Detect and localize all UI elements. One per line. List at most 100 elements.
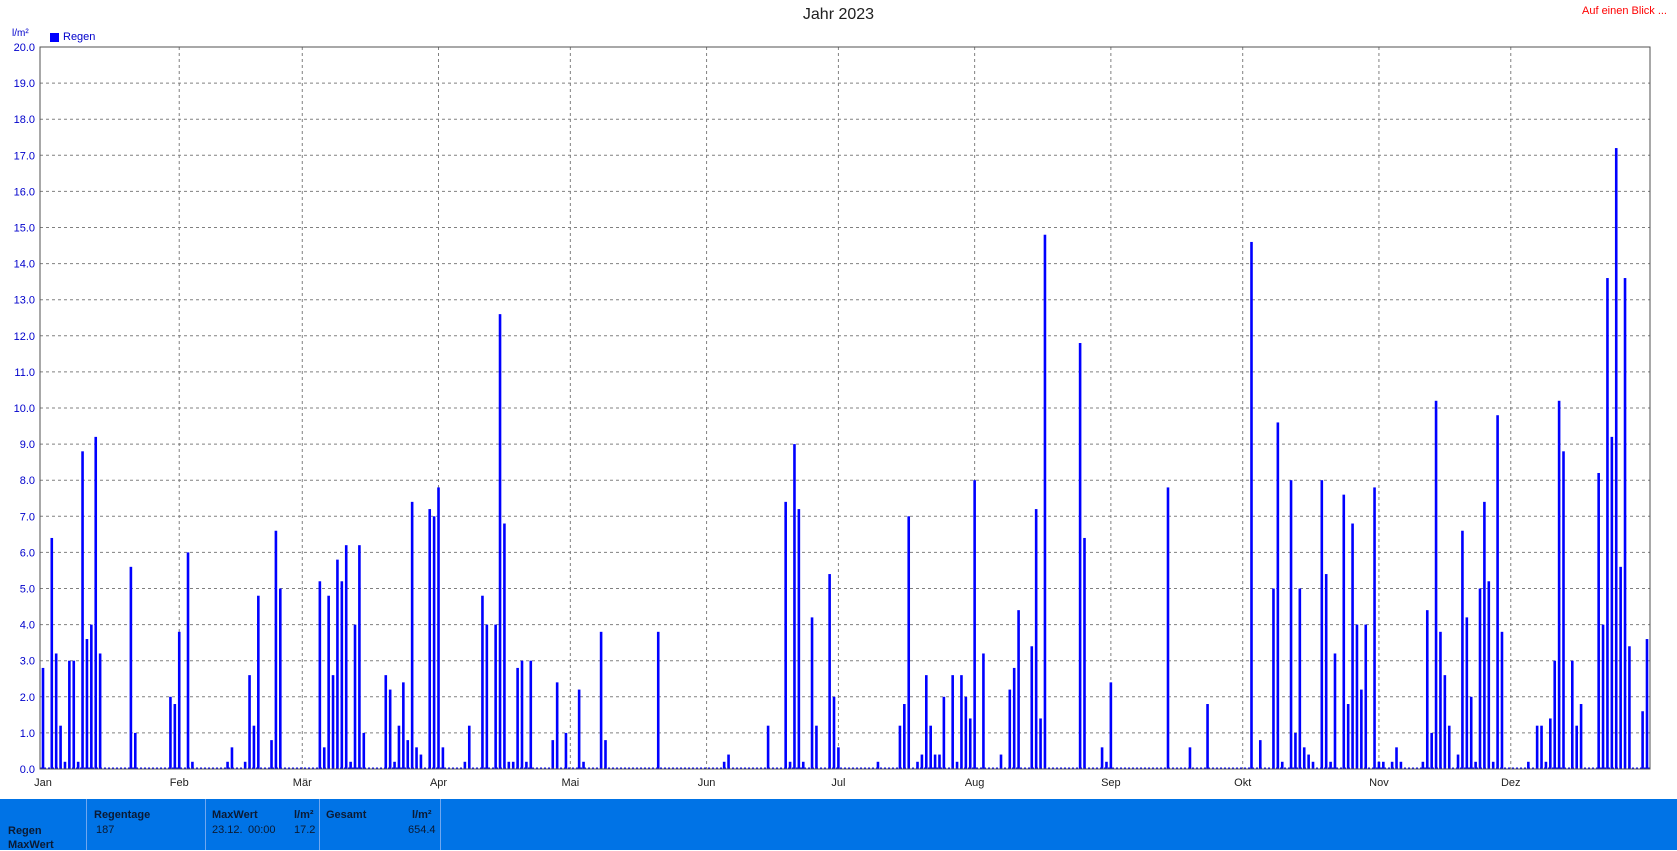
footer-gesamt: Gesamt l/m² 654.4 [320, 799, 441, 850]
regentage-value: 187 [96, 824, 115, 836]
rain-bar [520, 660, 524, 769]
rain-bar [793, 444, 796, 769]
rain-bar [1544, 761, 1548, 769]
rain-bar [257, 595, 260, 769]
rain-bar [529, 660, 533, 769]
rain-bar [810, 617, 814, 769]
rain-bar [68, 660, 71, 769]
y-tick-label: 11.0 [14, 367, 35, 379]
legend-swatch [50, 32, 59, 42]
y-tick-label: 20.0 [14, 42, 35, 54]
rain-bar [336, 559, 339, 769]
rain-bar [186, 552, 190, 769]
rain-bar [1346, 704, 1350, 769]
maxwert-unit: l/m² [294, 809, 314, 821]
rain-bar [81, 451, 84, 769]
gesamt-header: Gesamt [326, 809, 367, 821]
rain-bar [722, 761, 726, 769]
rain-bar [516, 667, 519, 769]
chart-title: Jahr 2023 [802, 6, 875, 23]
rain-bar [419, 754, 423, 769]
rain-bar [384, 675, 388, 769]
rain-bar [173, 704, 177, 769]
x-tick-label: Jan [34, 777, 52, 789]
rain-bar [1043, 234, 1047, 770]
rain-bar [463, 761, 467, 769]
rain-bar [59, 725, 62, 769]
rain-bar [349, 761, 352, 769]
rain-bar [1447, 725, 1451, 769]
rain-bar [1434, 400, 1438, 769]
rain-bar [1351, 523, 1354, 769]
rain-bar [1100, 747, 1104, 769]
rain-bar [551, 740, 555, 769]
rain-bar [1311, 761, 1315, 769]
y-tick-label: 14.0 [14, 259, 35, 271]
legend-label: Regen [63, 31, 96, 43]
rain-bar [467, 725, 471, 769]
rain-bar [415, 747, 418, 769]
rain-bar [1083, 537, 1086, 769]
footer-row-labels: Regen MaxWert [0, 799, 87, 851]
rain-bar [788, 761, 792, 769]
rain-bar [1641, 711, 1644, 769]
rain-bar [1628, 646, 1631, 769]
y-tick-label: 12.0 [14, 331, 35, 343]
rain-bar [402, 682, 405, 769]
rain-bar [1461, 530, 1464, 769]
rain-bar [1439, 631, 1442, 769]
rain-bar [406, 740, 410, 769]
rain-bar [243, 761, 247, 769]
rain-bar [1430, 732, 1433, 769]
rain-bar [481, 595, 484, 769]
rain-bar [507, 761, 511, 769]
rain-bar [1487, 581, 1491, 769]
rain-bar [72, 660, 76, 769]
rain-bar [1324, 574, 1328, 769]
x-tick-label: Dez [1501, 777, 1521, 789]
rain-bar [94, 436, 98, 769]
y-tick-label: 6.0 [20, 547, 35, 559]
rain-bar [898, 725, 902, 769]
rain-bar [410, 501, 414, 769]
rain-bar [133, 732, 137, 769]
rain-bar [1575, 725, 1578, 769]
overview-link[interactable]: Auf einen Blick ... [1582, 5, 1667, 17]
y-tick-label: 18.0 [14, 114, 35, 126]
rain-bar [1105, 761, 1108, 769]
maxwert-date: 23.12. [212, 824, 243, 836]
rain-bar [498, 314, 502, 769]
rain-bar [1298, 588, 1302, 769]
rain-bar [1456, 754, 1460, 769]
rain-bar [1549, 718, 1552, 769]
rain-bar [1465, 617, 1469, 769]
rain-bar [1491, 761, 1495, 769]
rain-bar [98, 653, 102, 769]
rain-bar [525, 761, 528, 769]
rain-bar [1373, 487, 1376, 769]
x-tick-label: Aug [965, 777, 985, 789]
rain-bar [397, 725, 401, 769]
rain-bar [815, 725, 818, 769]
rain-bar [248, 675, 251, 769]
rain-bar [968, 718, 972, 769]
rain-bar [1012, 667, 1016, 769]
rain-bar [1307, 754, 1310, 769]
rain-bar [1250, 241, 1253, 769]
rain-bar [1614, 148, 1618, 769]
rain-bar [50, 537, 54, 769]
rain-bar [485, 624, 489, 769]
rain-bar [318, 581, 322, 769]
rain-bar [1320, 480, 1324, 769]
regentage-header: Regentage [94, 809, 151, 821]
rain-bar [1425, 610, 1429, 769]
y-tick-label: 7.0 [20, 511, 35, 523]
rain-bar [1034, 509, 1038, 769]
rain-bar [327, 595, 330, 769]
rain-bar [90, 624, 93, 769]
rain-bar [1601, 624, 1605, 769]
rain-bar [929, 725, 932, 769]
rain-bar [76, 761, 80, 769]
rain-bar [797, 509, 801, 769]
rain-bar [982, 653, 985, 769]
